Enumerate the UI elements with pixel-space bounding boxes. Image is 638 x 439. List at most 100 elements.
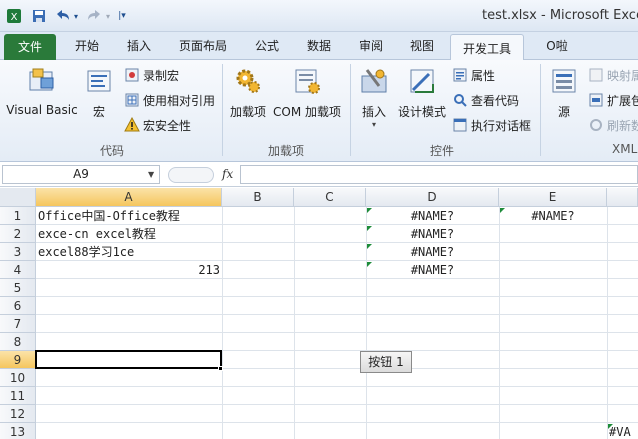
chevron-down-icon: ▾ (371, 120, 376, 129)
design-mode-label: 设计模式 (398, 105, 447, 119)
form-button[interactable]: 按钮 1 (360, 351, 412, 373)
map-properties-label: 映射属 (607, 68, 638, 83)
tab-data[interactable]: 数据 (294, 32, 344, 60)
undo-dropdown-icon[interactable]: ▾ (72, 6, 80, 26)
properties-button[interactable]: 属性 (452, 65, 495, 85)
formula-input[interactable] (240, 165, 638, 184)
design-mode-icon (398, 66, 446, 99)
relative-ref-button[interactable]: 使用相对引用 (124, 90, 215, 110)
title-bar: X ▾ ▾ |▾ test.xlsx - Microsoft Excel (0, 0, 638, 32)
column-header-b[interactable]: B (222, 188, 294, 207)
column-header-d[interactable]: D (366, 188, 499, 207)
gridline (36, 404, 638, 405)
cell-a2[interactable]: exce-cn excel教程 (36, 225, 222, 243)
cell-d3[interactable]: #NAME? (366, 243, 499, 261)
map-properties-button[interactable]: 映射属 (588, 65, 638, 85)
row-header-3[interactable]: 3 (0, 243, 36, 261)
column-header-a[interactable]: A (36, 188, 222, 207)
row-header-9[interactable]: 9 (0, 351, 36, 369)
redo-dropdown-icon[interactable]: ▾ (104, 6, 112, 26)
row-header-4[interactable]: 4 (0, 261, 36, 279)
customize-icon[interactable]: |▾ (116, 6, 128, 26)
xml-source-label: 源 (557, 105, 570, 119)
design-mode-button[interactable]: 设计模式 (398, 66, 446, 120)
tab-home[interactable]: 开始 (62, 32, 112, 60)
fill-handle[interactable] (218, 366, 223, 371)
visual-basic-icon (6, 66, 78, 99)
row-header-11[interactable]: 11 (0, 387, 36, 405)
cell-f13[interactable]: #VA (607, 423, 638, 439)
row-header-12[interactable]: 12 (0, 405, 36, 423)
toolbox-icon (356, 66, 392, 99)
tab-page-layout[interactable]: 页面布局 (168, 32, 238, 60)
save-icon[interactable] (30, 6, 48, 26)
com-addins-icon (272, 66, 342, 99)
insert-control-button[interactable]: 插入 ▾ (356, 66, 392, 129)
xml-source-button[interactable]: 源 (546, 66, 582, 120)
select-all-corner[interactable] (0, 188, 36, 207)
group-divider (222, 64, 223, 156)
redo-icon[interactable] (84, 6, 104, 26)
cell-a1[interactable]: Office中国-Office教程 (36, 207, 222, 225)
chevron-down-icon[interactable]: ▼ (148, 170, 154, 179)
relative-ref-label: 使用相对引用 (143, 93, 216, 108)
group-divider (540, 64, 541, 156)
record-macro-icon (124, 67, 140, 83)
warning-icon (124, 116, 140, 133)
row-header-7[interactable]: 7 (0, 315, 36, 333)
expansion-pack-label: 扩展包 (607, 93, 638, 108)
column-header-f[interactable] (607, 188, 638, 207)
view-code-label: 查看代码 (471, 93, 520, 108)
refresh-data-label: 刷新数 (607, 118, 638, 133)
cell-d1[interactable]: #NAME? (366, 207, 499, 225)
com-addins-label: COM 加载项 (273, 105, 341, 119)
tab-developer[interactable]: 开发工具 (450, 34, 524, 61)
tab-file[interactable]: 文件 (4, 34, 56, 60)
expansion-pack-icon (588, 92, 604, 108)
cell-a4[interactable]: 213 (36, 261, 222, 279)
macro-security-button[interactable]: 宏安全性 (124, 115, 191, 135)
row-header-6[interactable]: 6 (0, 297, 36, 315)
row-header-10[interactable]: 10 (0, 369, 36, 387)
name-box[interactable]: A9 (2, 165, 160, 184)
insert-function-icon[interactable]: fx (222, 167, 233, 181)
group-label-addins: 加载项 (267, 144, 304, 158)
row-header-1[interactable]: 1 (0, 207, 36, 225)
tab-formulas[interactable]: 公式 (244, 32, 290, 60)
record-macro-button[interactable]: 录制宏 (124, 65, 179, 85)
column-header-e[interactable]: E (499, 188, 607, 207)
cell-d2[interactable]: #NAME? (366, 225, 499, 243)
row-header-5[interactable]: 5 (0, 279, 36, 297)
expansion-pack-button[interactable]: 扩展包 (588, 90, 638, 110)
gridline (36, 386, 638, 387)
row-header-13[interactable]: 13 (0, 423, 36, 439)
tab-view[interactable]: 视图 (398, 32, 446, 60)
com-addins-button[interactable]: COM 加载项 (272, 66, 342, 120)
insert-control-label: 插入 (361, 105, 386, 119)
refresh-data-button[interactable]: 刷新数 (588, 115, 638, 135)
row-header-8[interactable]: 8 (0, 333, 36, 351)
group-label-code: 代码 (99, 144, 124, 158)
row-header-2[interactable]: 2 (0, 225, 36, 243)
addins-button[interactable]: 加载项 (228, 66, 268, 120)
formula-bar-resize[interactable] (168, 167, 214, 183)
view-code-button[interactable]: 查看代码 (452, 90, 519, 110)
tab-ola[interactable]: O啦 (534, 32, 580, 60)
gridline (36, 296, 638, 297)
run-dialog-button[interactable]: 执行对话框 (452, 115, 531, 135)
window-title: test.xlsx - Microsoft Excel (482, 8, 638, 23)
visual-basic-button[interactable]: Visual Basic (6, 66, 78, 117)
tab-insert[interactable]: 插入 (114, 32, 164, 60)
tab-review[interactable]: 审阅 (348, 32, 394, 60)
ribbon-tabs: 文件 开始 插入 页面布局 公式 数据 审阅 视图 开发工具 O啦 (0, 32, 638, 61)
column-header-c[interactable]: C (294, 188, 366, 207)
xml-source-icon (546, 66, 582, 99)
macro-button[interactable]: 宏 (82, 66, 116, 120)
record-macro-label: 录制宏 (143, 68, 180, 83)
cell-a3[interactable]: excel88学习1ce (36, 243, 222, 261)
properties-icon (452, 67, 468, 83)
undo-icon[interactable] (52, 6, 74, 26)
selected-cell-a9[interactable] (35, 350, 222, 369)
cell-e1[interactable]: #NAME? (499, 207, 607, 225)
cell-d4[interactable]: #NAME? (366, 261, 499, 279)
